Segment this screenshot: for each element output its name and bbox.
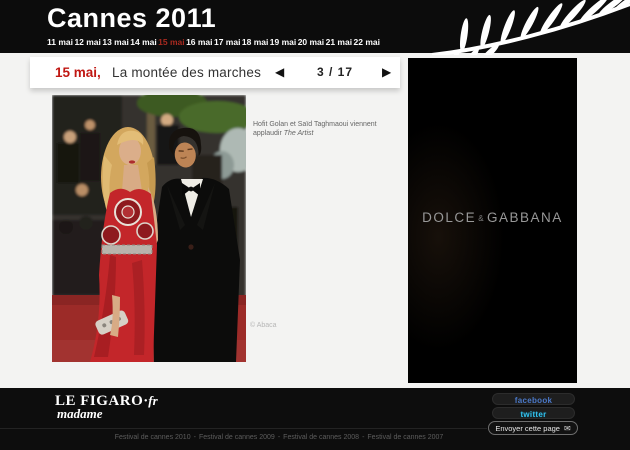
previous-photo-button[interactable]: ◀ (275, 57, 284, 88)
figaro-madame-logo[interactable]: LE FIGARO·fr madame (55, 392, 158, 422)
date-tab-15mai-active[interactable]: 15 mai (158, 37, 184, 47)
date-tab-12mai[interactable]: 12 mai (74, 37, 100, 47)
send-page-label: Envoyer cette page (495, 424, 560, 433)
twitter-share-button[interactable]: twitter (492, 407, 575, 419)
date-tab-17mai[interactable]: 17 mai (214, 37, 240, 47)
caption-film-title: The Artist (284, 130, 314, 137)
logo-fr-text: fr (148, 393, 157, 408)
envelope-icon: ✉ (564, 424, 571, 433)
photo-credit: © Abaca (250, 322, 277, 329)
red-carpet-photo[interactable] (52, 95, 246, 362)
link-festival-2008[interactable]: Festival de cannes 2008 (283, 434, 359, 441)
ad-brand-word1: DOLCE (422, 210, 476, 225)
ad-brand-ampersand: & (476, 214, 487, 223)
archive-links: Festival de cannes 2010-Festival de cann… (0, 434, 558, 441)
caption-text: Hofit Golan et Saïd Taghmaoui viennent a… (253, 121, 377, 137)
facebook-share-button[interactable]: facebook (492, 393, 575, 405)
gallery-date-label: 15 mai, (55, 57, 101, 88)
date-tab-14mai[interactable]: 14 mai (130, 37, 156, 47)
palm-leaf-icon (430, 0, 630, 55)
link-separator: - (191, 434, 199, 441)
link-festival-2009[interactable]: Festival de cannes 2009 (199, 434, 275, 441)
date-tab-19mai[interactable]: 19 mai (270, 37, 296, 47)
next-photo-button[interactable]: ▶ (382, 57, 391, 88)
send-page-button[interactable]: Envoyer cette page ✉ (488, 421, 578, 435)
site-footer: LE FIGARO·fr madame facebook twitter Env… (0, 388, 630, 450)
facebook-label: facebook (515, 396, 553, 405)
site-header: Cannes 2011 11 mai 12 mai 13 mai 14 mai … (0, 0, 630, 53)
footer-divider (0, 428, 487, 429)
link-festival-2007[interactable]: Festival de cannes 2007 (367, 434, 443, 441)
date-tab-22mai[interactable]: 22 mai (354, 37, 380, 47)
photo-caption: Hofit Golan et Saïd Taghmaoui viennent a… (253, 120, 397, 138)
gallery-title-bar: 15 mai, La montée des marches ◀ 3 / 17 ▶ (30, 57, 400, 88)
cannes-gallery-page: Cannes 2011 11 mai 12 mai 13 mai 14 mai … (0, 0, 630, 450)
dolce-gabbana-ad-banner[interactable]: DOLCE&GABBANA (408, 58, 577, 383)
date-tab-16mai[interactable]: 16 mai (186, 37, 212, 47)
page-title: Cannes 2011 (47, 3, 216, 34)
ad-brand-word2: GABBANA (487, 210, 563, 225)
twitter-label: twitter (520, 410, 546, 419)
link-festival-2010[interactable]: Festival de cannes 2010 (115, 434, 191, 441)
gallery-title: La montée des marches (112, 57, 261, 88)
date-tab-20mai[interactable]: 20 mai (298, 37, 324, 47)
date-tab-18mai[interactable]: 18 mai (242, 37, 268, 47)
pagination-counter: 3 / 17 (300, 57, 370, 88)
ad-brand-text: DOLCE&GABBANA (408, 210, 577, 225)
link-separator: - (275, 434, 283, 441)
date-tab-11mai[interactable]: 11 mai (47, 37, 73, 47)
date-navigation: 11 mai 12 mai 13 mai 14 mai 15 mai 16 ma… (47, 37, 380, 47)
date-tab-21mai[interactable]: 21 mai (326, 37, 352, 47)
date-tab-13mai[interactable]: 13 mai (102, 37, 128, 47)
